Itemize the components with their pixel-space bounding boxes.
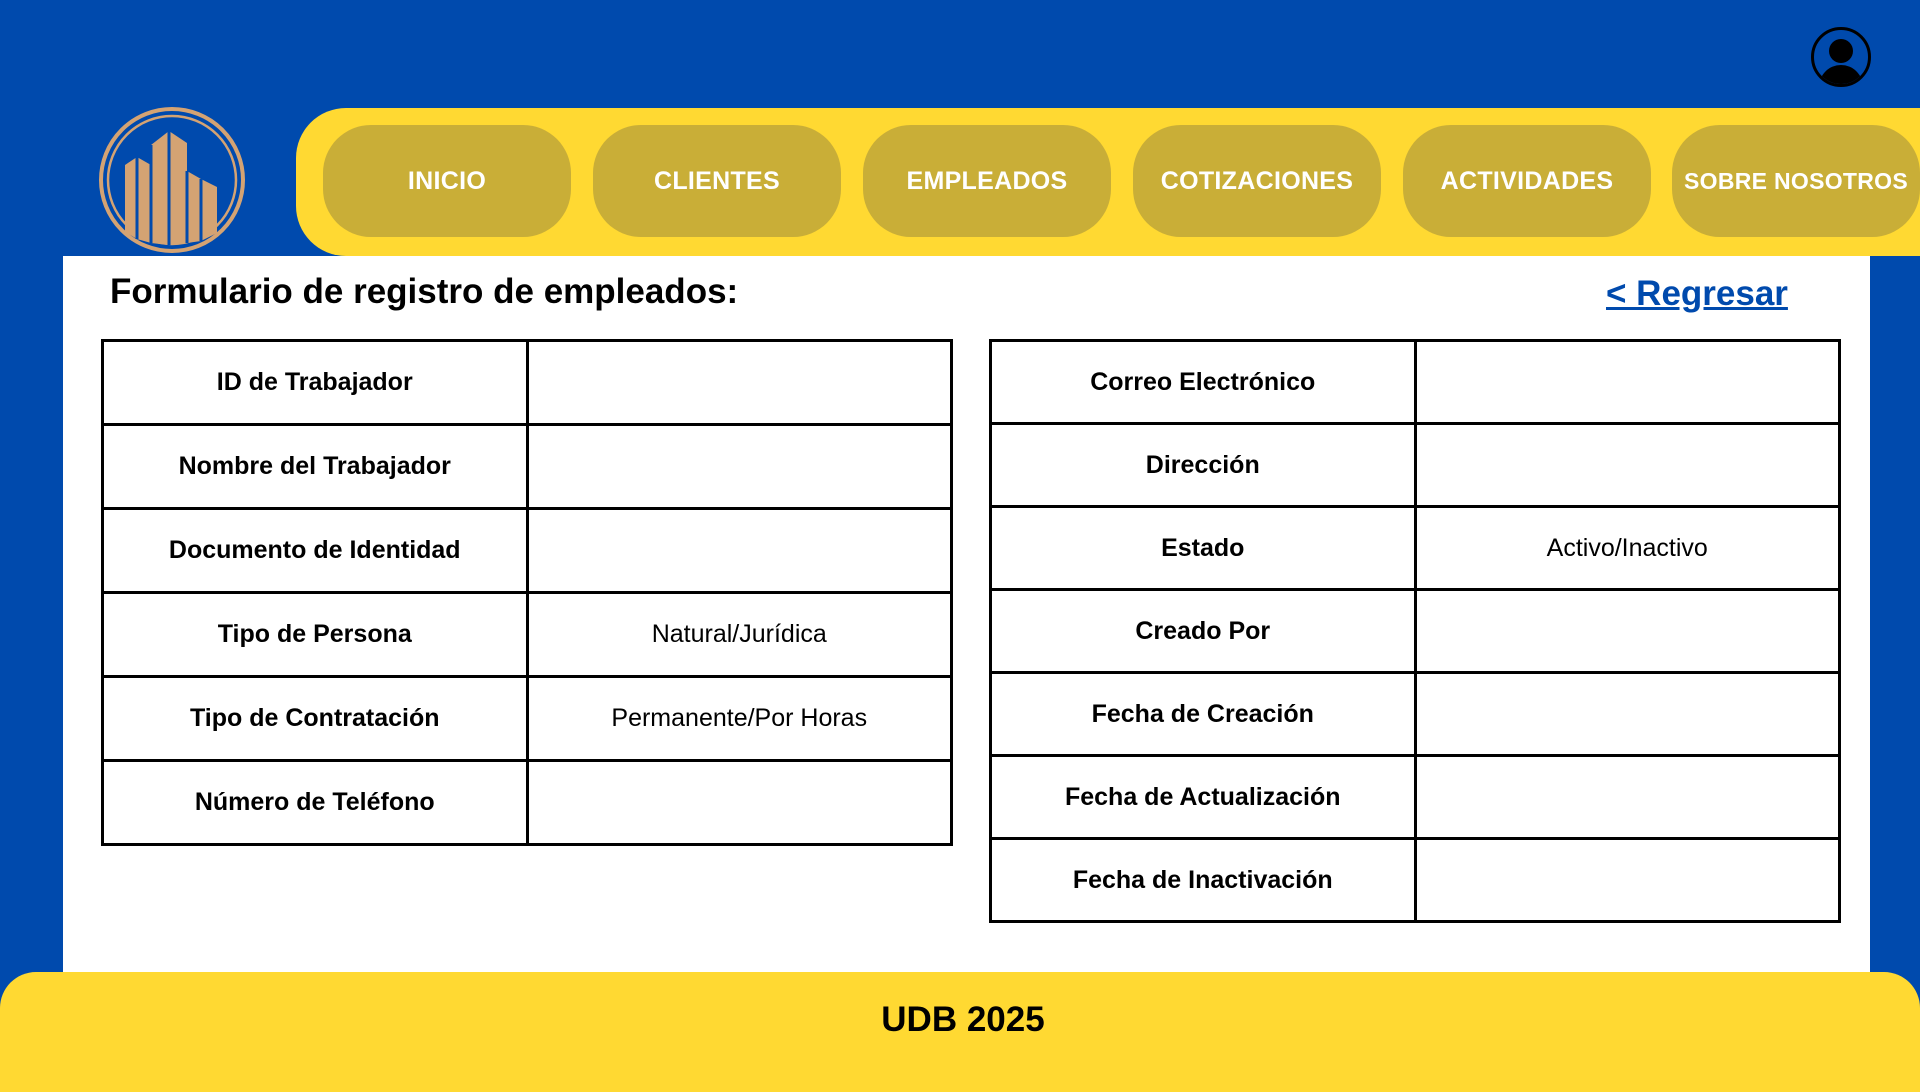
- nav-clientes-button[interactable]: CLIENTES: [593, 125, 841, 237]
- form-row: Dirección: [989, 422, 1841, 508]
- phone-number-field[interactable]: [525, 759, 953, 846]
- form-label: Fecha de Actualización: [989, 754, 1417, 840]
- form-label: Fecha de Creación: [989, 671, 1417, 757]
- form-label: Estado: [989, 505, 1417, 591]
- form-row: Fecha de Actualización: [989, 754, 1841, 840]
- form-label: ID de Trabajador: [101, 339, 529, 426]
- form-row: Estado Activo/Inactivo: [989, 505, 1841, 591]
- form-row: Documento de Identidad: [101, 507, 953, 594]
- form-row: Fecha de Creación: [989, 671, 1841, 757]
- form-row: Número de Teléfono: [101, 759, 953, 846]
- form-label: Dirección: [989, 422, 1417, 508]
- employee-form-right: Correo Electrónico Dirección Estado Acti…: [989, 339, 1841, 923]
- form-row: Tipo de Contratación Permanente/Por Hora…: [101, 675, 953, 762]
- form-label: Tipo de Contratación: [101, 675, 529, 762]
- back-link[interactable]: < Regresar: [1606, 273, 1788, 315]
- avatar-head: [1829, 39, 1853, 63]
- building-logo-icon: [99, 107, 245, 253]
- form-row: Fecha de Inactivación: [989, 837, 1841, 923]
- form-label: Nombre del Trabajador: [101, 423, 529, 510]
- avatar-shoulders: [1819, 65, 1863, 84]
- identity-document-field[interactable]: [525, 507, 953, 594]
- form-row: ID de Trabajador: [101, 339, 953, 426]
- form-label: Creado Por: [989, 588, 1417, 674]
- update-date-field[interactable]: [1413, 754, 1841, 840]
- created-by-field[interactable]: [1413, 588, 1841, 674]
- form-row: Creado Por: [989, 588, 1841, 674]
- nav-sobre-nosotros-button[interactable]: SOBRE NOSOTROS: [1672, 125, 1920, 237]
- nav-cotizaciones-button[interactable]: COTIZACIONES: [1133, 125, 1381, 237]
- form-label: Número de Teléfono: [101, 759, 529, 846]
- creation-date-field[interactable]: [1413, 671, 1841, 757]
- employee-form-left: ID de Trabajador Nombre del Trabajador D…: [101, 339, 953, 846]
- form-label: Documento de Identidad: [101, 507, 529, 594]
- form-label: Fecha de Inactivación: [989, 837, 1417, 923]
- worker-name-field[interactable]: [525, 423, 953, 510]
- form-row: Correo Electrónico: [989, 339, 1841, 425]
- user-avatar-icon[interactable]: [1811, 27, 1871, 87]
- page-title: Formulario de registro de empleados:: [110, 272, 739, 311]
- contract-type-field[interactable]: Permanente/Por Horas: [525, 675, 953, 762]
- status-field[interactable]: Activo/Inactivo: [1413, 505, 1841, 591]
- nav-inicio-button[interactable]: INICIO: [323, 125, 571, 237]
- person-type-field[interactable]: Natural/Jurídica: [525, 591, 953, 678]
- footer-text: UDB 2025: [881, 1000, 1045, 1039]
- worker-id-field[interactable]: [525, 339, 953, 426]
- nav-empleados-button[interactable]: EMPLEADOS: [863, 125, 1111, 237]
- form-row: Tipo de Persona Natural/Jurídica: [101, 591, 953, 678]
- form-label: Correo Electrónico: [989, 339, 1417, 425]
- form-label: Tipo de Persona: [101, 591, 529, 678]
- nav-actividades-button[interactable]: ACTIVIDADES: [1403, 125, 1651, 237]
- inactivation-date-field[interactable]: [1413, 837, 1841, 923]
- form-row: Nombre del Trabajador: [101, 423, 953, 510]
- address-field[interactable]: [1413, 422, 1841, 508]
- email-field[interactable]: [1413, 339, 1841, 425]
